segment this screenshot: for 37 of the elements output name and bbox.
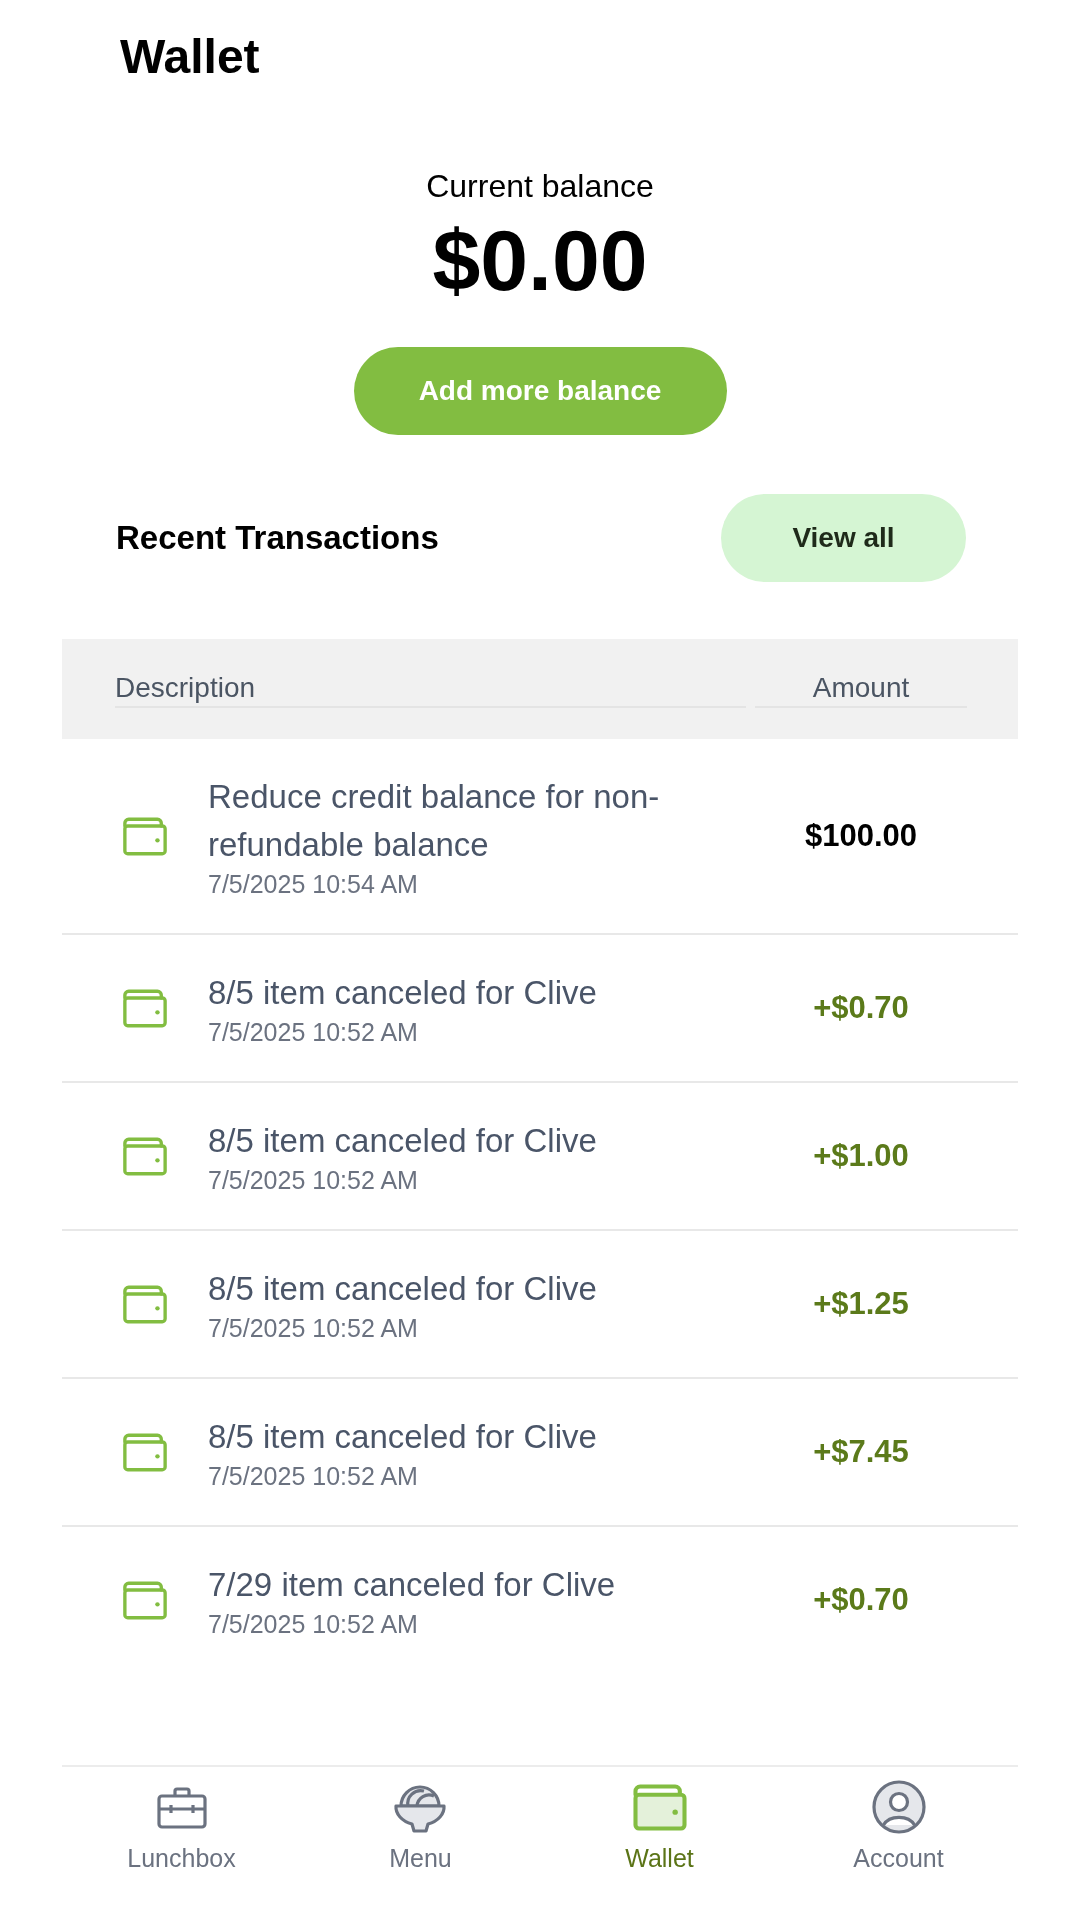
wallet-icon bbox=[631, 1783, 688, 1831]
transaction-date: 7/5/2025 10:52 AM bbox=[208, 1313, 418, 1343]
transaction-description: 8/5 item canceled for Clive bbox=[208, 1269, 597, 1309]
nav-tab[interactable]: Lunchbox bbox=[127, 1779, 236, 1873]
transaction-amount: +$0.70 bbox=[813, 988, 909, 1027]
wallet-icon bbox=[122, 1580, 168, 1620]
page-title: Wallet bbox=[120, 29, 260, 85]
wallet-icon bbox=[122, 1432, 168, 1472]
wallet-icon bbox=[122, 1284, 168, 1324]
transaction-amount: +$7.45 bbox=[813, 1432, 909, 1471]
transaction-date: 7/5/2025 10:52 AM bbox=[208, 1017, 418, 1047]
wallet-icon bbox=[122, 988, 168, 1028]
transaction-amount: +$1.25 bbox=[813, 1284, 909, 1323]
transaction-description: 8/5 item canceled for Clive bbox=[208, 1121, 597, 1161]
user-circle-icon bbox=[870, 1779, 927, 1835]
nav-tab[interactable]: Wallet bbox=[625, 1779, 694, 1873]
section-title: Recent Transactions bbox=[116, 518, 439, 559]
transaction-description: 8/5 item canceled for Clive bbox=[208, 973, 597, 1013]
balance-amount: $0.00 bbox=[432, 217, 648, 303]
column-header: Amount bbox=[755, 670, 967, 708]
transaction-date: 7/5/2025 10:54 AM bbox=[208, 869, 418, 899]
transaction-amount: $100.00 bbox=[804, 816, 918, 855]
transaction-amount: +$0.70 bbox=[813, 1580, 909, 1619]
transaction-description: 8/5 item canceled for Clive bbox=[208, 1417, 597, 1457]
wallet-icon bbox=[122, 1136, 168, 1176]
transaction-description: 7/29 item canceled for Clive bbox=[208, 1565, 616, 1605]
transaction-description: Reduce credit balance for non-refundable balance bbox=[208, 777, 661, 865]
view-all-button[interactable]: View all bbox=[721, 494, 966, 582]
transaction-amount: +$1.00 bbox=[813, 1136, 909, 1175]
wallet-icon bbox=[122, 816, 168, 856]
nav-tab[interactable]: Menu bbox=[389, 1779, 452, 1873]
transaction-date: 7/5/2025 10:52 AM bbox=[208, 1609, 418, 1639]
nav-tab[interactable]: Account bbox=[853, 1779, 944, 1873]
column-header: Description bbox=[115, 670, 746, 708]
transaction-date: 7/5/2025 10:52 AM bbox=[208, 1165, 418, 1195]
transaction-date: 7/5/2025 10:52 AM bbox=[208, 1461, 418, 1491]
balance-label: Current balance bbox=[426, 167, 654, 205]
